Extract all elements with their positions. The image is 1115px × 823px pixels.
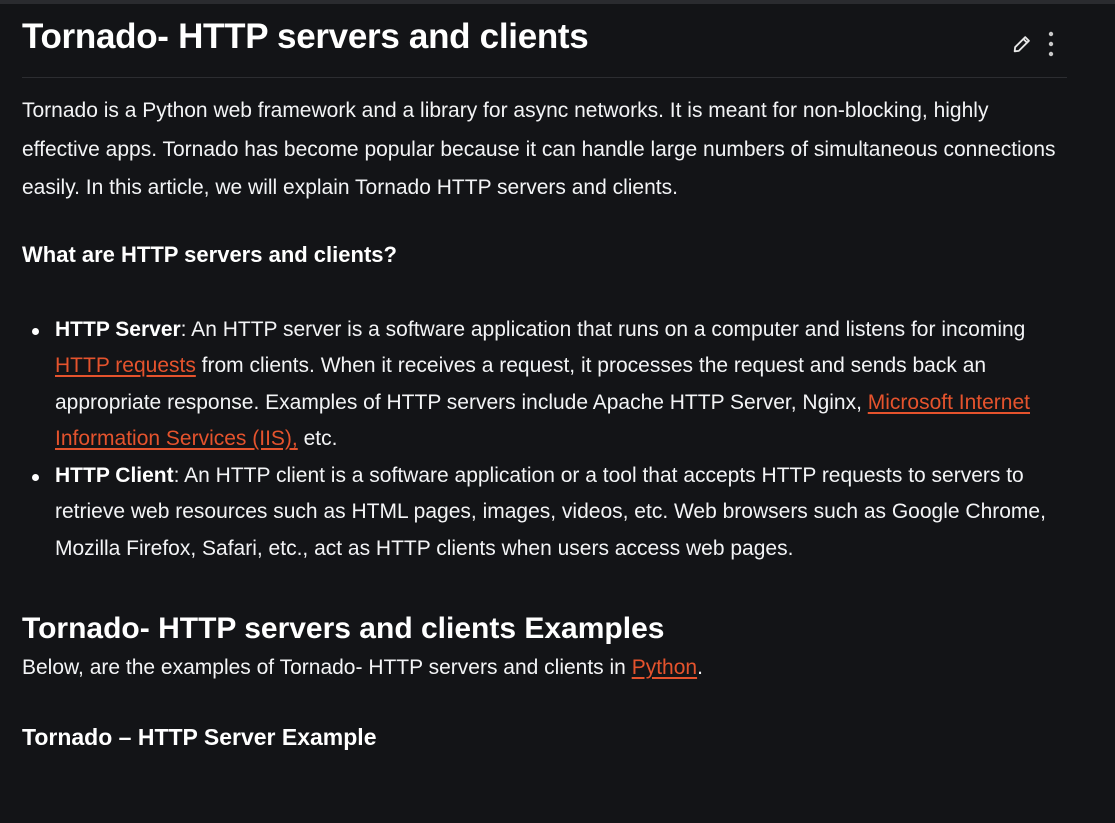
article-title: Tornado- HTTP servers and clients [22, 17, 589, 56]
article-header: Tornado- HTTP servers and clients [22, 0, 1067, 78]
link-python[interactable]: Python [632, 656, 697, 679]
client-text: : An HTTP client is a software applicati… [55, 463, 1046, 560]
server-text-3: etc. [297, 427, 338, 450]
link-http-requests[interactable]: HTTP requests [55, 354, 196, 377]
article: Tornado- HTTP servers and clients Tornad… [22, 0, 1067, 752]
article-tools [1011, 30, 1055, 58]
term-http-server: HTTP Server [55, 317, 181, 341]
examples-intro-text-1: Below, are the examples of Tornado- HTTP… [22, 656, 632, 679]
term-http-client: HTTP Client [55, 463, 174, 487]
examples-intro: Below, are the examples of Tornado- HTTP… [22, 651, 1067, 685]
list-item-http-server: HTTP Server: An HTTP server is a softwar… [32, 312, 1067, 458]
intro-paragraph: Tornado is a Python web framework and a … [22, 99, 1056, 199]
definitions-list: HTTP Server: An HTTP server is a softwar… [22, 312, 1067, 568]
server-example-heading: Tornado – HTTP Server Example [22, 724, 377, 750]
kebab-menu-icon[interactable] [1047, 30, 1055, 58]
list-item-http-client: HTTP Client: An HTTP client is a softwar… [32, 458, 1067, 568]
pencil-icon[interactable] [1011, 33, 1033, 55]
examples-heading: Tornado- HTTP servers and clients Exampl… [22, 612, 665, 645]
section-heading: What are HTTP servers and clients? [22, 241, 397, 267]
examples-intro-text-2: . [697, 656, 703, 679]
server-text-1: : An HTTP server is a software applicati… [180, 317, 1026, 341]
